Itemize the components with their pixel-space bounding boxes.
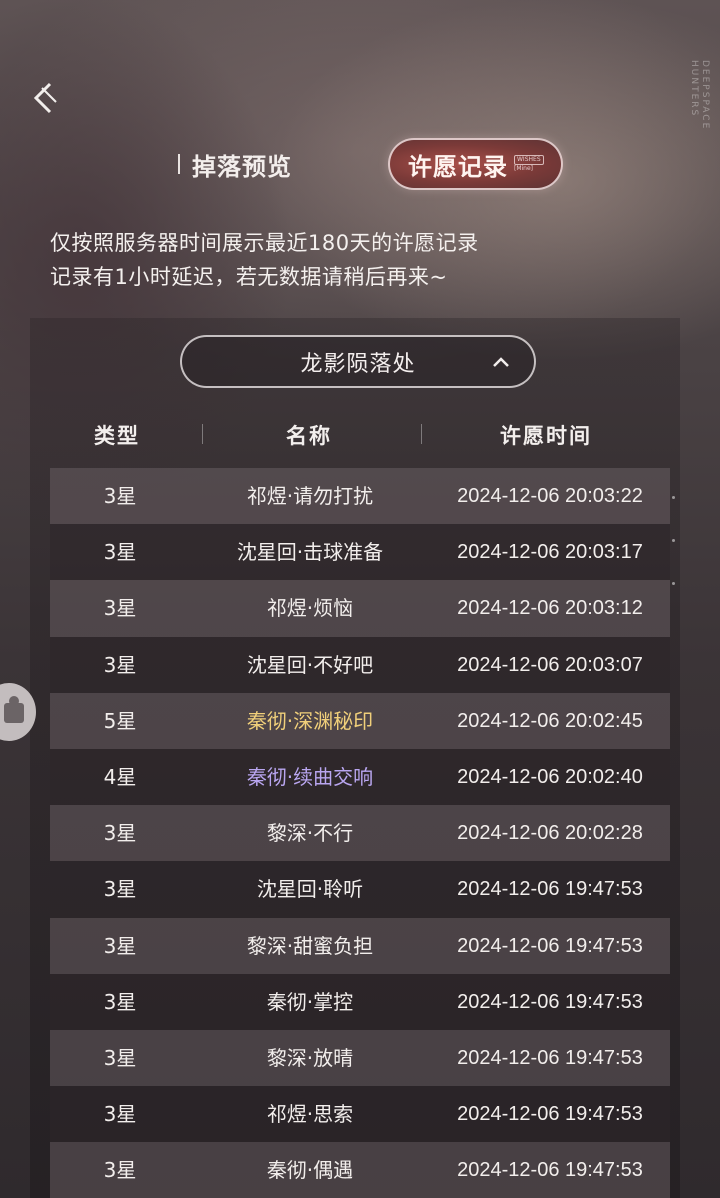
row-type: 4星 (103, 764, 137, 789)
puzzle-icon (4, 696, 24, 723)
row-time: 2024-12-06 19:47:53 (457, 878, 643, 901)
tab-wish-records[interactable]: 许愿记录 WISHES [Mine] (388, 138, 563, 190)
tag-line-1: WISHES (514, 155, 544, 165)
notice-line-2: 记录有1小时延迟，若无数据请稍后再来~ (50, 265, 448, 289)
table-row: 3星 沈星回·聆听 2024-12-06 19:47:53 (50, 861, 670, 918)
header-name: 名称 (286, 424, 332, 448)
back-arrow-icon (33, 82, 57, 114)
row-type: 3星 (103, 1158, 137, 1183)
table-row: 4星 秦彻·续曲交响 2024-12-06 20:02:40 (50, 748, 670, 806)
row-name: 黎深·不行 (266, 821, 354, 846)
row-type: 5星 (103, 708, 137, 733)
row-name: 祁煜·烦恼 (266, 596, 354, 621)
row-name: 沈星回·不好吧 (246, 652, 374, 677)
table-row: 3星 秦彻·掌控 2024-12-06 19:47:53 (50, 973, 670, 1030)
row-time: 2024-12-06 19:47:53 (457, 1103, 643, 1126)
row-type: 3星 (103, 989, 137, 1014)
row-type: 3星 (103, 1045, 137, 1070)
row-type: 3星 (103, 877, 137, 902)
table-row: 3星 黎深·甜蜜负担 2024-12-06 19:47:53 (50, 917, 670, 974)
table-row: 3星 祁煜·烦恼 2024-12-06 20:03:12 (50, 580, 670, 637)
table-row: 3星 黎深·不行 2024-12-06 20:02:28 (50, 805, 670, 862)
tag-line-2: [Mine] (514, 165, 534, 172)
row-type: 3星 (103, 821, 137, 846)
watermark-line-2: HUNTERS (689, 60, 699, 118)
table-row: 3星 沈星回·不好吧 2024-12-06 20:03:07 (50, 636, 670, 693)
row-time: 2024-12-06 20:03:07 (457, 653, 643, 676)
tab-drop-preview-label: 掉落预览 (192, 151, 292, 181)
table-row: 3星 祁煜·思索 2024-12-06 19:47:53 (50, 1086, 670, 1143)
row-time: 2024-12-06 19:47:53 (457, 1159, 643, 1182)
banner-selector-label: 龙影陨落处 (300, 351, 416, 377)
header-type: 类型 (94, 424, 140, 448)
floating-puzzle-icon[interactable] (0, 683, 36, 741)
table-row: 3星 沈星回·击球准备 2024-12-06 20:03:17 (50, 524, 670, 581)
row-type: 3星 (103, 596, 137, 621)
table-row: 3星 秦彻·偶遇 2024-12-06 19:47:53 (50, 1142, 670, 1198)
row-name: 黎深·放晴 (266, 1045, 354, 1070)
scroll-indicator (672, 496, 675, 586)
row-time: 2024-12-06 19:47:53 (457, 934, 643, 957)
row-time: 2024-12-06 20:03:22 (457, 485, 643, 507)
notice-line-1: 仅按照服务器时间展示最近180天的许愿记录 (50, 231, 479, 255)
row-name: 秦彻·偶遇 (266, 1158, 354, 1183)
banner-selector-dropdown[interactable]: 龙影陨落处 (180, 335, 536, 388)
brand-watermark: DEEPSPACE HUNTERS (688, 60, 710, 130)
row-type: 3星 (103, 652, 137, 677)
row-time: 2024-12-06 20:03:17 (457, 541, 643, 564)
row-name: 秦彻·续曲交响 (246, 764, 374, 789)
watermark-line-1: DEEPSPACE (700, 60, 710, 131)
row-name: 秦彻·深渊秘印 (246, 708, 374, 733)
tab-drop-preview[interactable]: 掉落预览 (178, 146, 292, 182)
row-type: 3星 (103, 540, 137, 565)
row-time: 2024-12-06 20:03:12 (457, 597, 643, 620)
table-row: 3星 黎深·放晴 2024-12-06 19:47:53 (50, 1029, 670, 1087)
back-button[interactable] (26, 78, 66, 122)
table-row: 5星 秦彻·深渊秘印 2024-12-06 20:02:45 (50, 692, 670, 749)
row-type: 3星 (103, 933, 137, 958)
header-divider (421, 424, 422, 444)
header-divider (202, 424, 203, 444)
wish-record-list: 3星 祁煜·请勿打扰 2024-12-06 20:03:22 3星 沈星回·击球准备 20… (50, 468, 670, 1198)
row-time: 2024-12-06 19:47:53 (457, 1046, 643, 1069)
row-name: 沈星回·聆听 (256, 877, 364, 902)
tab-wish-records-tag: WISHES [Mine] (514, 155, 544, 173)
table-header: 类型 名称 许愿时间 (50, 412, 670, 456)
row-name: 秦彻·掌控 (266, 989, 354, 1014)
tab-bar: 掉落预览 许愿记录 WISHES [Mine] (0, 136, 720, 192)
row-time: 2024-12-06 20:02:45 (457, 709, 643, 732)
chevron-up-icon (493, 357, 509, 367)
row-name: 祁煜·思索 (266, 1102, 354, 1127)
table-row: 3星 祁煜·请勿打扰 2024-12-06 20:03:22 (50, 468, 670, 525)
tab-wish-records-label: 许愿记录 (408, 151, 508, 181)
row-time: 2024-12-06 20:02:28 (457, 822, 643, 845)
row-name: 祁煜·请勿打扰 (246, 484, 374, 508)
row-time: 2024-12-06 19:47:53 (457, 990, 643, 1013)
row-name: 黎深·甜蜜负担 (246, 933, 374, 958)
row-type: 3星 (103, 1102, 137, 1127)
notice-text: 仅按照服务器时间展示最近180天的许愿记录 记录有1小时延迟，若无数据请稍后再来… (50, 226, 670, 294)
row-name: 沈星回·击球准备 (236, 540, 384, 565)
header-time: 许愿时间 (500, 424, 592, 448)
row-time: 2024-12-06 20:02:40 (457, 765, 643, 788)
row-type: 3星 (103, 484, 137, 508)
tab-indicator (178, 154, 180, 174)
